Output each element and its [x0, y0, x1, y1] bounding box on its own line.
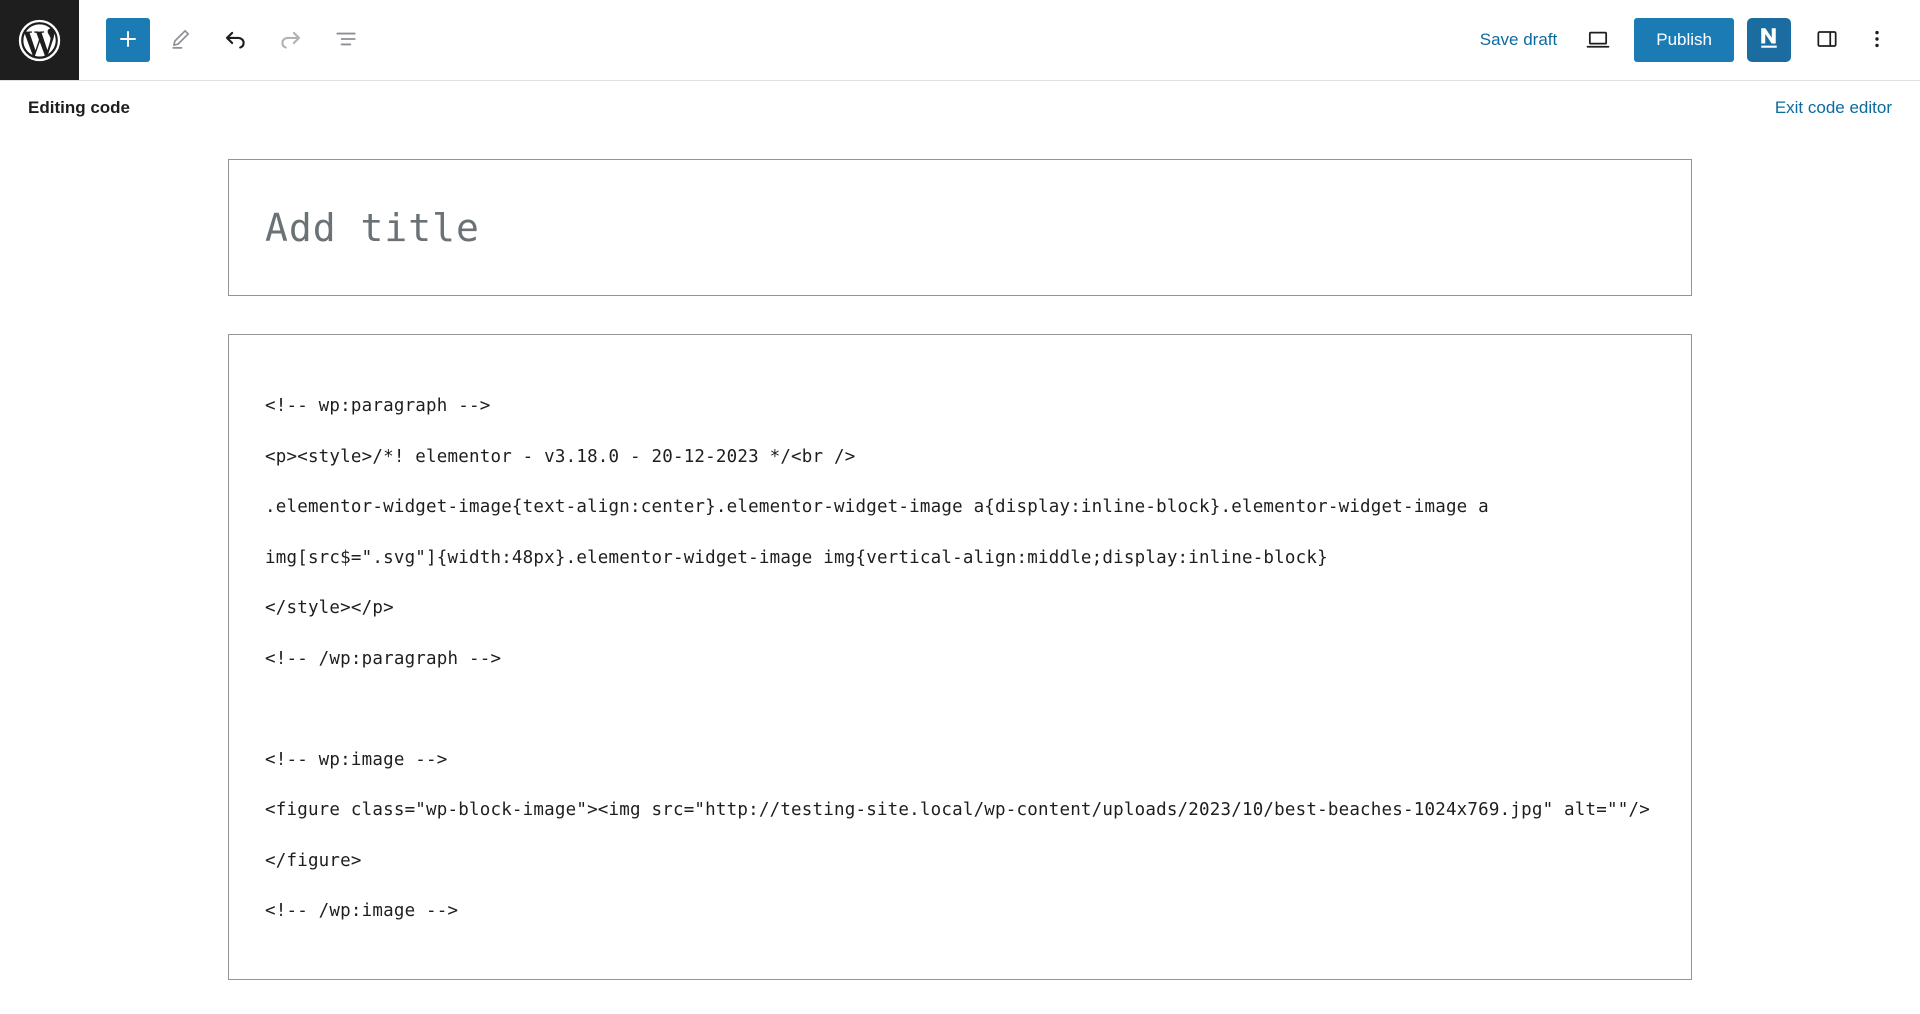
- redo-arrow-icon: [277, 25, 304, 55]
- plugin-n-icon: [1754, 23, 1784, 58]
- post-title-field[interactable]: Add title: [228, 159, 1692, 296]
- exit-code-editor-button[interactable]: Exit code editor: [1775, 98, 1892, 118]
- plus-icon: [116, 27, 140, 54]
- post-title-placeholder: Add title: [265, 205, 480, 250]
- undo-button[interactable]: [211, 16, 260, 65]
- save-draft-button[interactable]: Save draft: [1466, 22, 1572, 58]
- laptop-preview-icon: [1584, 25, 1612, 56]
- code-editor-body: Add title <!-- wp:paragraph --> <p><styl…: [0, 134, 1920, 980]
- sidebar-panel-icon: [1814, 26, 1840, 55]
- toolbar-left-group: [79, 0, 370, 80]
- settings-sidebar-button[interactable]: [1804, 17, 1850, 63]
- post-content-code-area[interactable]: <!-- wp:paragraph --> <p><style>/*! elem…: [228, 334, 1692, 980]
- list-view-icon: [333, 26, 359, 55]
- publish-button[interactable]: Publish: [1634, 18, 1734, 62]
- plugin-badge-button[interactable]: [1747, 18, 1791, 62]
- undo-arrow-icon: [222, 25, 249, 55]
- more-options-button[interactable]: [1854, 17, 1900, 63]
- tools-edit-button[interactable]: [156, 16, 205, 65]
- vertical-ellipsis-icon: [1865, 27, 1889, 54]
- wordpress-logo-icon: [17, 18, 62, 63]
- preview-button[interactable]: [1575, 17, 1621, 63]
- pencil-icon: [168, 26, 193, 54]
- toolbar-right-group: Save draft Publish: [1466, 0, 1920, 80]
- wordpress-logo-button[interactable]: [0, 0, 79, 80]
- post-content-code-text: <!-- wp:paragraph --> <p><style>/*! elem…: [265, 396, 1650, 921]
- list-view-button[interactable]: [321, 16, 370, 65]
- code-editor-header: Editing code Exit code editor: [0, 81, 1920, 134]
- editor-top-toolbar: Save draft Publish: [0, 0, 1920, 81]
- editing-code-label: Editing code: [28, 97, 130, 117]
- add-block-button[interactable]: [106, 18, 150, 62]
- redo-button[interactable]: [266, 16, 315, 65]
